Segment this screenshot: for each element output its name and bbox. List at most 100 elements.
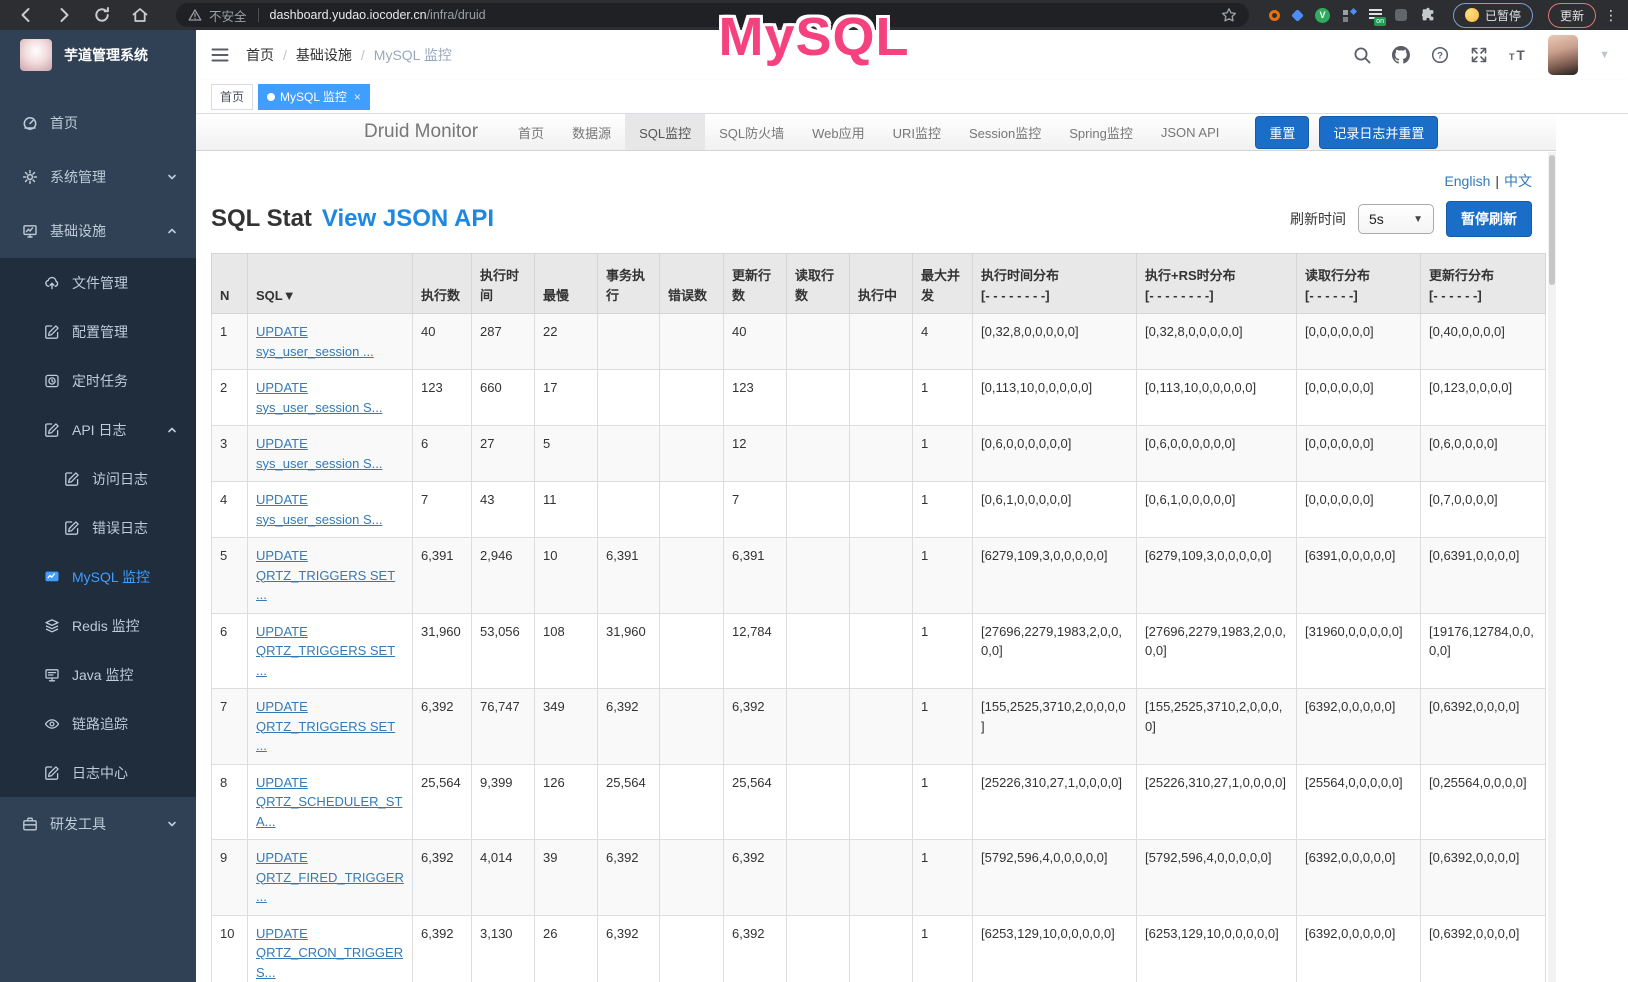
github-icon[interactable] [1392, 46, 1410, 64]
refresh-interval-select[interactable]: 5s ▼ [1358, 204, 1434, 234]
sidebar-item-infra[interactable]: 基础设施 [0, 204, 196, 258]
sidebar-item-home[interactable]: 首页 [0, 96, 196, 150]
druid-nav-item[interactable]: Session监控 [955, 114, 1055, 150]
reset-button[interactable]: 重置 [1255, 116, 1309, 149]
table-cell [660, 538, 724, 614]
druid-nav-item[interactable]: Web应用 [798, 114, 879, 150]
address-bar[interactable]: 不安全 dashboard.yudao.iocoder.cn/infra/dru… [176, 3, 1249, 27]
scrollbar-thumb[interactable] [1549, 155, 1555, 285]
table-cell: [0,6,0,0,0,0,0,0] [973, 426, 1137, 482]
sql-link[interactable]: UPDATE QRTZ_FIRED_TRIGGER... [256, 850, 404, 904]
table-cell: 6,392 [724, 840, 787, 916]
help-icon[interactable]: ? [1431, 46, 1449, 64]
sql-link[interactable]: UPDATE sys_user_session S... [256, 492, 382, 527]
sidebar-item-java-monitor[interactable]: Java 监控 [0, 650, 196, 699]
home-icon[interactable] [131, 6, 149, 24]
druid-nav-item[interactable]: SQL防火墙 [705, 114, 798, 150]
search-icon[interactable] [1353, 46, 1371, 64]
sidebar-item-scheduled-jobs[interactable]: 定时任务 [0, 356, 196, 405]
sidebar-item-config-manage[interactable]: 配置管理 [0, 307, 196, 356]
pause-refresh-button[interactable]: 暂停刷新 [1446, 201, 1532, 237]
table-cell: [155,2525,3710,2,0,0,0,0] [973, 689, 1137, 765]
extension-orange-icon[interactable] [1269, 10, 1280, 21]
druid-nav-item[interactable]: 首页 [504, 114, 558, 150]
extension-gray-icon[interactable] [1395, 9, 1407, 21]
chevron-up-icon [166, 424, 178, 436]
druid-nav-item[interactable]: URI监控 [879, 114, 955, 150]
sidebar-item-log-center[interactable]: 日志中心 [0, 748, 196, 797]
sidebar-item-api-log[interactable]: API 日志 [0, 405, 196, 454]
sql-link[interactable]: UPDATE sys_user_session S... [256, 436, 382, 471]
forward-icon[interactable] [55, 6, 73, 24]
table-cell [660, 370, 724, 426]
extension-vue-devtools-icon[interactable]: V [1315, 8, 1330, 23]
sql-link[interactable]: UPDATE QRTZ_CRON_TRIGGERS... [256, 926, 403, 980]
extension-squares-icon[interactable] [1343, 9, 1356, 22]
sql-link[interactable]: UPDATE sys_user_session S... [256, 380, 382, 415]
table-cell: 1 [913, 426, 973, 482]
sql-link[interactable]: UPDATE QRTZ_TRIGGERS SET ... [256, 548, 395, 602]
druid-nav-item[interactable]: JSON API [1147, 114, 1234, 150]
sidebar-menu: 首页 系统管理 基础设施 文件管理 配置管理 [0, 80, 196, 851]
lang-chinese-link[interactable]: 中文 [1504, 173, 1532, 189]
sidebar-item-trace[interactable]: 链路追踪 [0, 699, 196, 748]
table-cell: UPDATE sys_user_session S... [248, 482, 413, 538]
sidebar-logo[interactable]: 芋道管理系统 [0, 30, 196, 80]
extension-gem-icon[interactable] [1291, 9, 1304, 22]
tag-home[interactable]: 首页 [211, 84, 253, 110]
back-icon[interactable] [17, 6, 35, 24]
stat-table-body: 1UPDATE sys_user_session ...4028722404[0… [212, 314, 1546, 982]
breadcrumb-home[interactable]: 首页 [246, 45, 274, 65]
sql-link[interactable]: UPDATE QRTZ_SCHEDULER_STA... [256, 775, 402, 829]
lang-english-link[interactable]: English [1444, 173, 1490, 189]
table-cell: 1 [913, 370, 973, 426]
hamburger-icon[interactable] [210, 45, 230, 65]
sidebar-item-dev-tools[interactable]: 研发工具 [0, 797, 196, 851]
extension-list-icon[interactable]: on [1369, 9, 1382, 21]
view-json-api-link[interactable]: View JSON API [322, 205, 494, 233]
browser-update-button[interactable]: 更新 [1548, 3, 1596, 28]
breadcrumb-infra[interactable]: 基础设施 [296, 45, 352, 65]
sidebar-item-redis-monitor[interactable]: Redis 监控 [0, 601, 196, 650]
druid-nav-item[interactable]: SQL监控 [625, 114, 705, 150]
bookmark-star-icon[interactable] [1221, 7, 1237, 23]
tag-mysql-monitor[interactable]: MySQL 监控 × [258, 84, 370, 110]
sql-link[interactable]: UPDATE QRTZ_TRIGGERS SET ... [256, 699, 395, 753]
table-cell: [6253,129,10,0,0,0,0,0] [973, 915, 1137, 982]
druid-brand[interactable]: Druid Monitor [364, 121, 478, 143]
table-cell: 6,391 [724, 538, 787, 614]
language-switch: English|中文 [196, 151, 1556, 191]
avatar-caret-icon[interactable]: ▼ [1599, 49, 1610, 61]
sidebar-item-access-log[interactable]: 访问日志 [0, 454, 196, 503]
table-cell [660, 915, 724, 982]
extensions-puzzle-icon[interactable] [1420, 7, 1436, 23]
fullscreen-icon[interactable] [1470, 46, 1488, 64]
table-cell: UPDATE sys_user_session S... [248, 370, 413, 426]
reload-icon[interactable] [93, 6, 111, 24]
sidebar-item-error-log[interactable]: 错误日志 [0, 503, 196, 552]
column-header[interactable]: SQL▼ [248, 254, 413, 314]
table-cell: [0,113,10,0,0,0,0,0] [1137, 370, 1297, 426]
avatar[interactable] [1548, 35, 1578, 75]
sql-link[interactable]: UPDATE sys_user_session ... [256, 324, 374, 359]
browser-menu-icon[interactable]: ⋮ [1604, 7, 1618, 24]
log-and-reset-button[interactable]: 记录日志并重置 [1319, 116, 1438, 149]
table-cell: 40 [413, 314, 472, 370]
table-cell: 126 [535, 764, 598, 840]
sidebar-item-file-manage[interactable]: 文件管理 [0, 258, 196, 307]
close-icon[interactable]: × [354, 90, 361, 104]
tab-paused-chip[interactable]: 已暂停 [1453, 3, 1533, 28]
log-edit-icon [64, 471, 80, 487]
table-cell: [0,123,0,0,0,0] [1421, 370, 1546, 426]
chevron-down-icon [166, 818, 178, 830]
druid-nav-item[interactable]: Spring监控 [1055, 114, 1147, 150]
font-size-icon[interactable]: TT [1509, 46, 1527, 64]
table-cell: [0,113,10,0,0,0,0,0] [973, 370, 1137, 426]
sidebar-item-system[interactable]: 系统管理 [0, 150, 196, 204]
sidebar-item-mysql-monitor[interactable]: MySQL 监控 [0, 552, 196, 601]
sql-link[interactable]: UPDATE QRTZ_TRIGGERS SET ... [256, 624, 395, 678]
druid-nav-item[interactable]: 数据源 [558, 114, 625, 150]
table-cell: 6,392 [724, 689, 787, 765]
table-cell: [0,6392,0,0,0,0] [1421, 840, 1546, 916]
column-header: 执行时间 [472, 254, 535, 314]
